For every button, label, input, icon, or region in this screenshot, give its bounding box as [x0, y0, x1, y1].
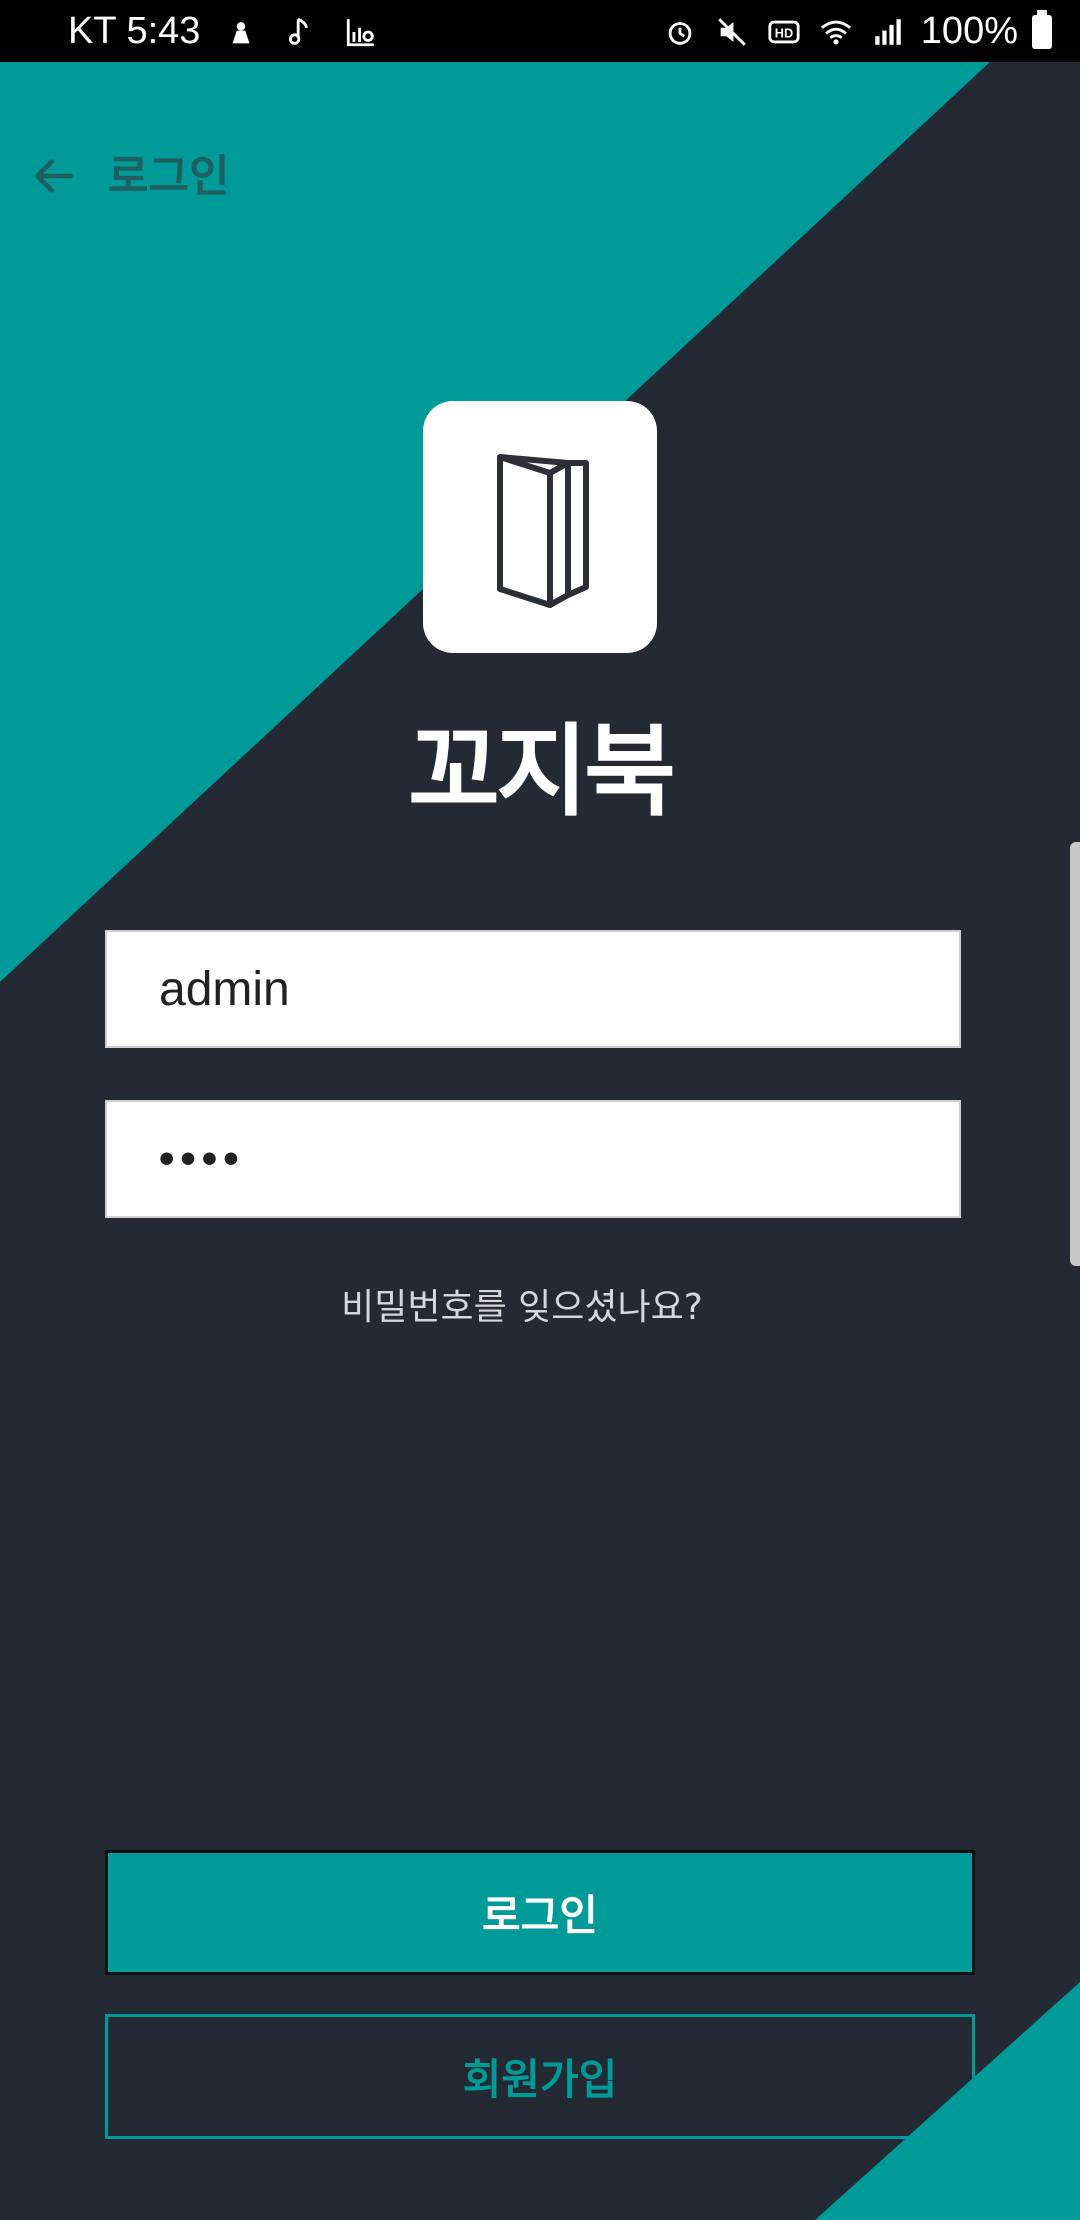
forgot-password-link[interactable]: 비밀번호를 잊으셨나요?	[0, 1278, 1044, 1330]
signup-button[interactable]: 회원가입	[105, 2014, 975, 2139]
data-usage-icon	[342, 12, 380, 52]
svg-text:HD: HD	[775, 25, 793, 40]
battery-percent: 100%	[920, 10, 1018, 52]
app-bar: 로그인	[0, 130, 1080, 220]
username-field[interactable]	[105, 930, 961, 1048]
clock: 5:43	[126, 10, 201, 52]
mute-icon	[713, 12, 751, 52]
battery-icon	[1032, 9, 1052, 49]
alarm-icon	[661, 12, 699, 52]
status-bar: KT 5:43 HD 100%	[0, 0, 1080, 62]
book-icon	[497, 454, 589, 608]
status-carrier-time: KT 5:43	[68, 10, 200, 53]
arrow-left-icon	[35, 159, 73, 193]
app-logo	[423, 401, 657, 653]
back-button[interactable]	[22, 144, 86, 208]
scrollbar[interactable]	[1070, 842, 1080, 1266]
notification-icon	[222, 12, 260, 52]
hd-icon: HD	[765, 12, 803, 52]
login-button[interactable]: 로그인	[105, 1850, 975, 1975]
app-name: 꼬지북	[408, 713, 676, 830]
page-title: 로그인	[108, 151, 230, 202]
signal-icon	[869, 12, 907, 52]
music-note-icon	[282, 12, 320, 52]
wifi-icon	[817, 12, 855, 52]
carrier-label: KT	[68, 10, 116, 52]
username-input[interactable]	[107, 932, 959, 1046]
password-field[interactable]	[105, 1100, 961, 1218]
password-input[interactable]	[107, 1102, 959, 1216]
